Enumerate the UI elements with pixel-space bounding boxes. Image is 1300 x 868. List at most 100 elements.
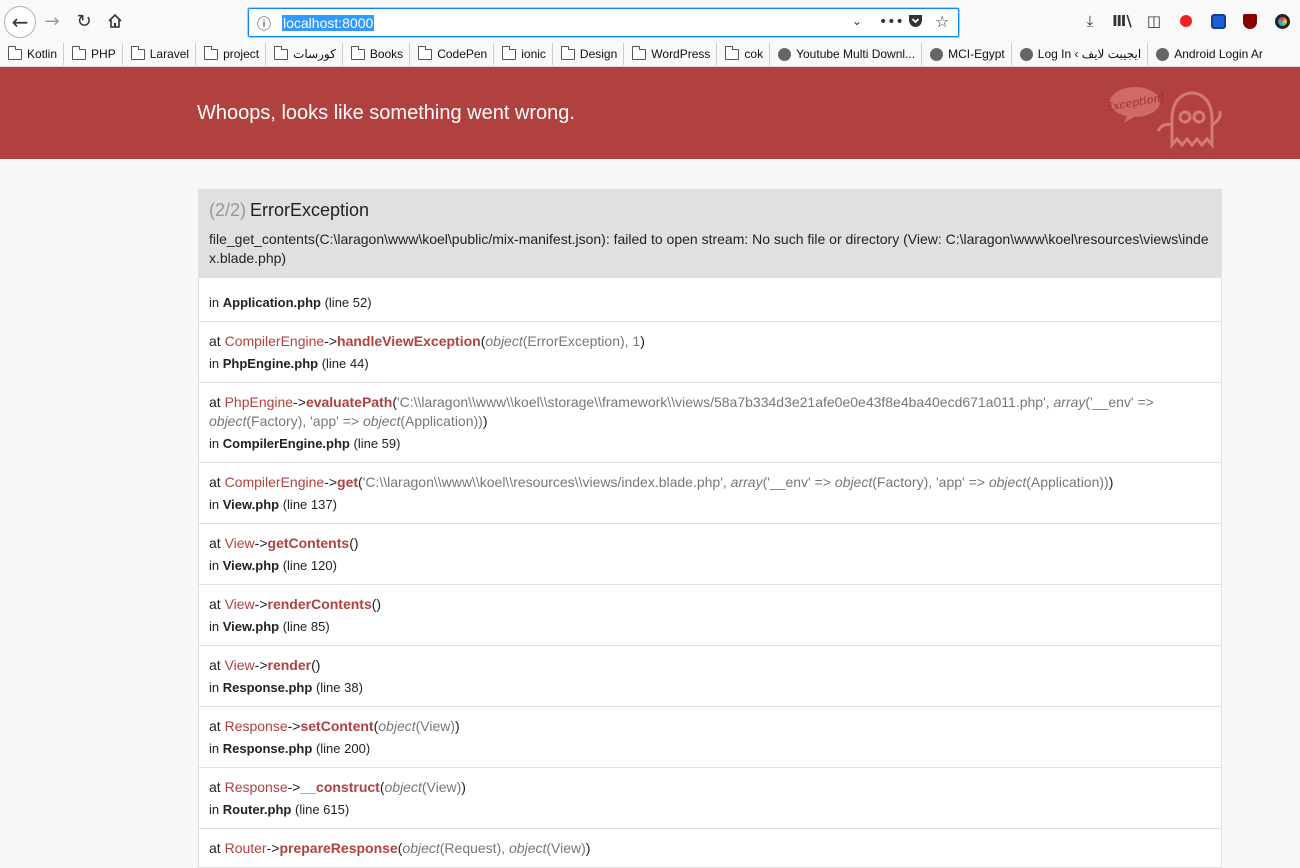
frame-call: at Router->prepareResponse(object(Reques… xyxy=(209,840,591,856)
bookmark-label: Design xyxy=(579,47,618,61)
frame-arrow: -> xyxy=(254,657,268,673)
frame-location: in CompilerEngine.php (line 59) xyxy=(209,434,1211,453)
frame-file: View.php xyxy=(222,497,280,512)
exception-count: (2/2) xyxy=(209,200,247,220)
frame-file: View.php xyxy=(222,558,280,573)
frame-at: at xyxy=(209,840,221,856)
exception-title: (2/2) ErrorException xyxy=(209,200,1212,221)
bookmark-label: Android Login Ar xyxy=(1174,47,1263,61)
forward-button[interactable]: → xyxy=(38,7,66,35)
frame-at: at xyxy=(209,779,221,795)
bookmark-label: cok xyxy=(744,47,764,61)
frame-call: at View->getContents() xyxy=(209,535,359,551)
bookmark-item[interactable]: Youtube Multi Downl... xyxy=(770,43,923,65)
bookmark-item[interactable]: project xyxy=(196,43,267,65)
ublock-icon[interactable] xyxy=(1238,8,1262,34)
bookmark-item[interactable]: Log In ‹ ايجيبت لايف xyxy=(1012,43,1149,65)
download-icon[interactable]: ⤓ xyxy=(1078,8,1102,34)
reload-button[interactable]: ↻ xyxy=(70,7,98,35)
bookmark-item[interactable]: Kotlin xyxy=(0,43,65,65)
frame-class: CompilerEngine xyxy=(224,474,325,490)
frame-at: at xyxy=(209,535,221,551)
frame-arrow: -> xyxy=(266,840,280,856)
bookmark-item[interactable]: Design xyxy=(553,43,625,65)
bookmark-item[interactable]: ionic xyxy=(494,43,553,65)
frame-arrow: -> xyxy=(293,394,306,410)
frame-in-label: in xyxy=(209,295,220,310)
frame-class: View xyxy=(224,657,255,673)
stack-frame: at Response->__construct(object(View))in… xyxy=(198,768,1222,829)
bookmark-label: Kotlin xyxy=(27,47,58,61)
frame-function: handleViewException xyxy=(337,333,481,349)
error-banner: Whoops, looks like something went wrong.… xyxy=(0,67,1300,159)
forward-arrow-icon: → xyxy=(44,10,60,32)
extension-color-icon[interactable] xyxy=(1270,8,1294,34)
bookmark-item[interactable]: Laravel xyxy=(123,43,197,65)
bookmark-item[interactable]: كورسات xyxy=(266,43,343,65)
bookmark-item[interactable]: PHP xyxy=(64,43,123,65)
stack-frame: at PhpEngine->evaluatePath('C:\\laragon\… xyxy=(198,383,1222,463)
frame-location: in Response.php (line 200) xyxy=(209,739,1211,758)
frame-at: at xyxy=(209,333,221,349)
frame-args: 'C:\\laragon\\www\\koel\\resources\\view… xyxy=(362,474,1109,490)
url-bar[interactable]: ⓘ localhost:8000 ⌄ ••• ☆ xyxy=(248,8,959,37)
frame-class: Response xyxy=(224,718,288,734)
more-icon[interactable]: ••• xyxy=(879,14,904,30)
stack-frame: at Response->setContent(object(View)) in … xyxy=(198,707,1222,768)
folder-icon xyxy=(418,45,433,60)
back-arrow-icon: ← xyxy=(11,10,29,34)
frame-location: in Application.php (line 52) xyxy=(209,293,1211,312)
globe-icon xyxy=(930,47,944,61)
frame-in-label: in xyxy=(209,356,220,371)
exception-header: (2/2) ErrorException file_get_contents(C:… xyxy=(198,189,1222,278)
folder-icon xyxy=(130,45,145,60)
library-icon[interactable]: Ⅲ\ xyxy=(1110,8,1134,34)
chevron-down-icon[interactable]: ⌄ xyxy=(852,14,862,28)
folder-icon xyxy=(560,45,575,60)
bookmark-item[interactable]: WordPress xyxy=(624,43,718,65)
frame-file: Response.php xyxy=(222,741,313,756)
frame-file: Router.php xyxy=(222,802,292,817)
sidebar-icon[interactable]: ◫ xyxy=(1142,8,1166,34)
stack-frame: at View->renderContents() in View.php (li… xyxy=(198,585,1222,646)
frame-args: object(Request), object(View) xyxy=(402,840,586,856)
url-text[interactable]: localhost:8000 xyxy=(282,15,375,31)
bookmark-item[interactable]: CodePen xyxy=(410,43,495,65)
exception-name: ErrorException xyxy=(250,200,370,220)
frame-in-label: in xyxy=(209,558,220,573)
frame-location: in Router.php (line 615) xyxy=(209,800,1211,819)
frame-function: render xyxy=(267,657,312,673)
bookmark-item[interactable]: Android Login Ar xyxy=(1148,43,1269,65)
frame-file: CompilerEngine.php xyxy=(222,436,350,451)
pocket-icon[interactable] xyxy=(908,14,923,32)
frame-at: at xyxy=(209,596,221,612)
extension-blue-icon[interactable] xyxy=(1206,8,1230,34)
frame-location: in Response.php (line 38) xyxy=(209,678,1211,697)
frame-call: at Response->__construct(object(View)) xyxy=(209,779,466,795)
frame-class: Router xyxy=(224,840,267,856)
stack-frame: at CompilerEngine->get('C:\\laragon\\www… xyxy=(198,463,1222,524)
home-icon xyxy=(108,13,122,28)
back-button[interactable]: ← xyxy=(4,6,36,38)
frame-function: renderContents xyxy=(267,596,372,612)
bookmark-label: WordPress xyxy=(651,47,711,61)
frame-args: object(ErrorException), 1 xyxy=(485,333,641,349)
bookmark-item[interactable]: Books xyxy=(343,43,411,65)
bookmark-item[interactable]: MCI-Egypt xyxy=(922,43,1012,65)
frame-function: getContents xyxy=(267,535,350,551)
star-icon[interactable]: ☆ xyxy=(935,12,949,31)
frame-args: object(View) xyxy=(384,779,462,795)
frame-in-label: in xyxy=(209,497,220,512)
home-button[interactable] xyxy=(101,7,129,35)
bookmark-label: MCI-Egypt xyxy=(948,47,1005,61)
frame-arrow: -> xyxy=(324,474,338,490)
globe-icon xyxy=(778,47,792,61)
info-icon[interactable]: ⓘ xyxy=(257,14,271,34)
frame-line: (line 38) xyxy=(315,680,363,695)
bookmark-item[interactable]: cok xyxy=(717,43,771,65)
frame-in-label: in xyxy=(209,619,220,634)
bookmark-label: Books xyxy=(369,47,404,61)
frame-file: Response.php xyxy=(222,680,313,695)
extension-red-icon[interactable] xyxy=(1174,8,1198,34)
frame-class: Response xyxy=(224,779,288,795)
